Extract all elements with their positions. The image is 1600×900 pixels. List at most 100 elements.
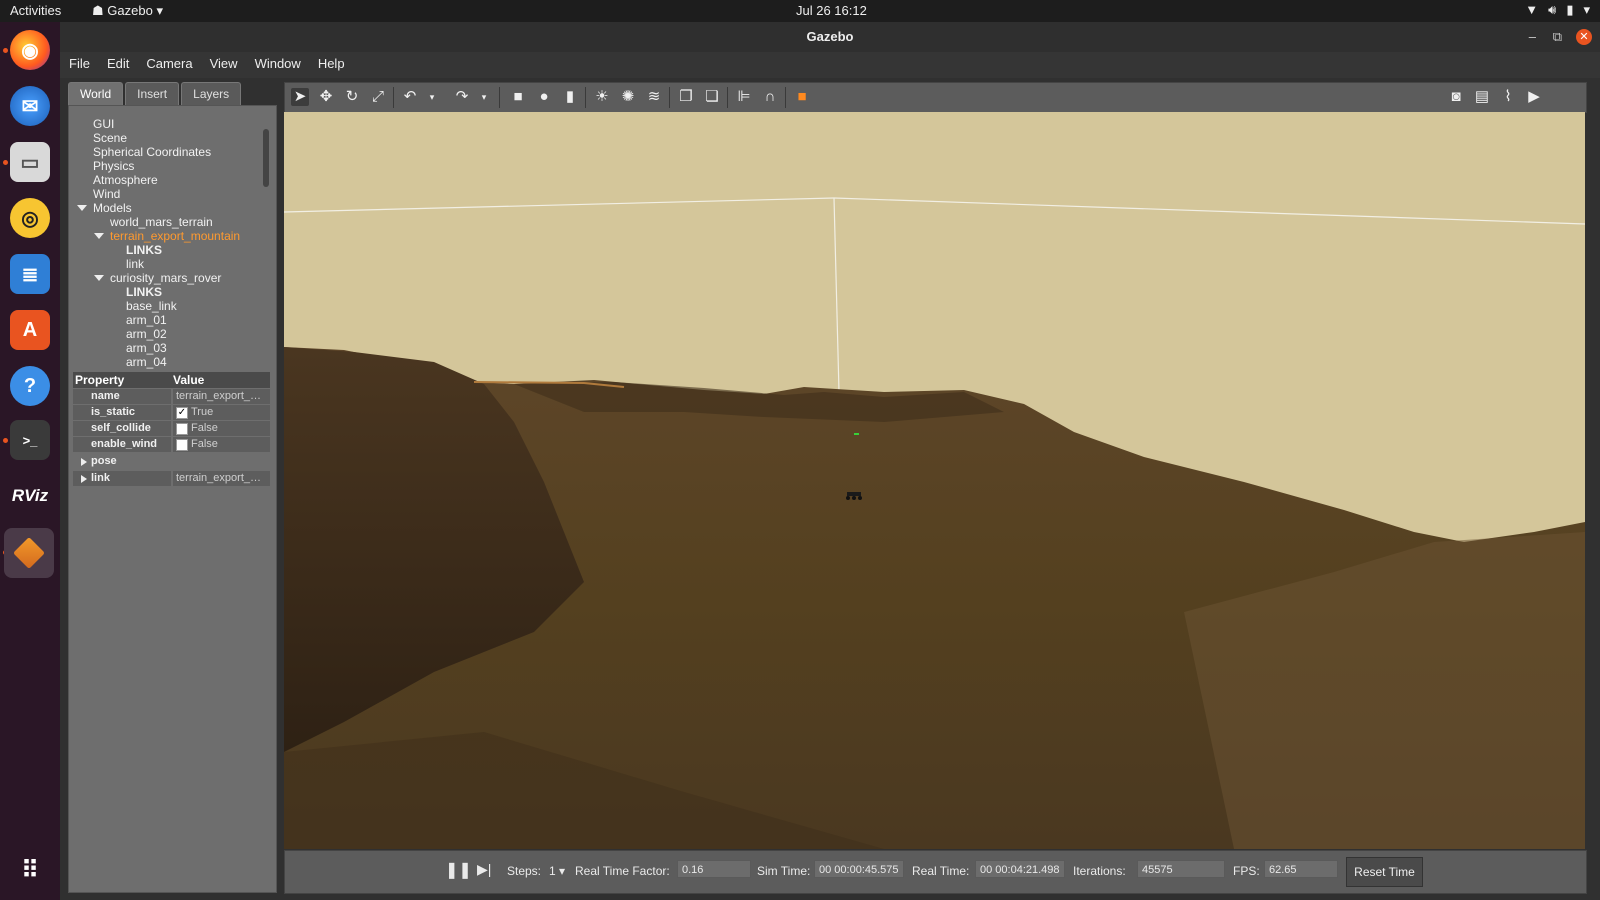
property-row-enable-wind[interactable]: enable_wind False (73, 437, 270, 452)
tree-item-terrain-export-mountain[interactable]: terrain_export_mountain (110, 229, 240, 243)
plot-icon[interactable]: ⌇ (1499, 88, 1517, 106)
system-tray[interactable]: ▼ 🔊︎ ▮ ▾ (1525, 2, 1590, 18)
rviz-icon[interactable]: RViz (10, 476, 50, 516)
step-icon[interactable]: ▶| (477, 861, 491, 878)
log-icon[interactable]: ▤ (1473, 88, 1491, 106)
app-center-icon[interactable]: A (10, 310, 50, 350)
gazebo-icon[interactable] (4, 528, 54, 578)
menu-camera[interactable]: Camera (137, 52, 200, 71)
property-row-name[interactable]: name terrain_export_mountain (73, 389, 270, 404)
menu-file[interactable]: File (60, 52, 98, 71)
undo-icon[interactable]: ↶ (401, 88, 419, 106)
menu-edit[interactable]: Edit (98, 52, 137, 71)
expand-arrow-icon[interactable] (94, 275, 104, 281)
expand-arrow-icon[interactable] (81, 475, 87, 483)
box-shape-icon[interactable]: ■ (509, 88, 527, 106)
checkbox-unchecked[interactable] (176, 423, 188, 435)
property-value[interactable]: terrain_export_mountain (173, 389, 270, 404)
property-value[interactable]: False (173, 421, 270, 436)
tree-scrollbar[interactable] (263, 129, 269, 187)
expand-arrow-icon[interactable] (77, 205, 87, 211)
translate-mode-icon[interactable]: ✥ (317, 88, 335, 106)
menu-view[interactable]: View (201, 52, 246, 71)
firefox-icon[interactable]: ◉ (10, 30, 50, 70)
gazebo-app-icon: ☗ (92, 3, 104, 18)
chevron-down-icon[interactable]: ▾ (423, 88, 441, 106)
tree-item-arm-02[interactable]: arm_02 (126, 327, 167, 341)
paste-icon[interactable]: ❏ (703, 88, 721, 106)
tree-item-physics[interactable]: Physics (93, 159, 134, 173)
dock: ◉ ✉ ▭ ◎ ≣ A ? >_ RViz ⠿ (0, 22, 61, 900)
3d-viewport[interactable] (284, 112, 1585, 849)
tree-item-spherical-coordinates[interactable]: Spherical Coordinates (93, 145, 211, 159)
tree-item-arm-04[interactable]: arm_04 (126, 355, 167, 369)
tree-item-scene[interactable]: Scene (93, 131, 127, 145)
directional-light-icon[interactable]: ≋ (645, 88, 663, 106)
tree-item-links[interactable]: LINKS (126, 243, 162, 257)
show-apps-icon[interactable]: ⠿ (10, 850, 50, 890)
steps-spinbox[interactable]: 1 ▾ (549, 864, 565, 878)
tree-item-models[interactable]: Models (93, 201, 132, 215)
thunderbird-icon[interactable]: ✉ (10, 86, 50, 126)
property-row-link[interactable]: link terrain_export_mountain (73, 471, 270, 486)
checkbox-unchecked[interactable] (176, 439, 188, 451)
tree-item-arm-01[interactable]: arm_01 (126, 313, 167, 327)
redo-icon[interactable]: ↷ (453, 88, 471, 106)
property-value[interactable]: False (173, 437, 270, 452)
terminal-icon[interactable]: >_ (10, 420, 50, 460)
point-light-icon[interactable]: ☀ (593, 88, 611, 106)
copy-icon[interactable]: ❐ (677, 88, 695, 106)
window-title-bar[interactable]: Gazebo – ⧉ ✕ (60, 22, 1600, 52)
expand-arrow-icon[interactable] (81, 458, 87, 466)
snap-icon[interactable]: ∩ (761, 88, 779, 106)
maximize-button[interactable]: ⧉ (1553, 22, 1562, 52)
tree-item-wind[interactable]: Wind (93, 187, 120, 201)
tree-item-link[interactable]: link (126, 257, 144, 271)
app-menu[interactable]: ☗ Gazebo ▾ (92, 3, 163, 19)
tree-item-atmosphere[interactable]: Atmosphere (93, 173, 158, 187)
property-row-self-collide[interactable]: self_collide False (73, 421, 270, 436)
close-button[interactable]: ✕ (1576, 29, 1592, 45)
property-row-is-static[interactable]: is_static ✓ True (73, 405, 270, 420)
property-value[interactable]: ✓ True (173, 405, 270, 420)
minimize-button[interactable]: – (1529, 22, 1536, 52)
steps-label: Steps: (507, 864, 542, 878)
tab-insert[interactable]: Insert (125, 82, 180, 105)
tab-world[interactable]: World (68, 82, 124, 105)
scale-mode-icon[interactable]: ⤢ (369, 88, 387, 106)
checkbox-checked[interactable]: ✓ (176, 407, 188, 419)
reset-time-button[interactable]: Reset Time (1346, 857, 1423, 887)
property-value[interactable]: terrain_export_mountain (173, 471, 270, 486)
menu-help[interactable]: Help (309, 52, 353, 71)
tree-item-base-link[interactable]: base_link (126, 299, 177, 313)
clock[interactable]: Jul 26 16:12 (796, 3, 867, 18)
tree-item-gui[interactable]: GUI (93, 117, 114, 131)
spot-light-icon[interactable]: ✺ (619, 88, 637, 106)
screenshot-icon[interactable]: ◙ (1447, 88, 1465, 106)
writer-icon[interactable]: ≣ (10, 254, 50, 294)
checkbox-label: False (191, 422, 218, 434)
curiosity-rover-model[interactable] (846, 492, 862, 500)
tree-item-world-mars-terrain[interactable]: world_mars_terrain (110, 215, 213, 229)
pause-icon[interactable]: ❚❚ (445, 860, 472, 880)
cylinder-shape-icon[interactable]: ▮ (561, 88, 579, 106)
record-video-icon[interactable]: ▶ (1525, 88, 1543, 106)
help-icon[interactable]: ? (10, 366, 50, 406)
terrain-scene[interactable] (284, 112, 1585, 849)
select-mode-icon[interactable]: ➤ (291, 88, 309, 106)
sphere-shape-icon[interactable]: ● (535, 88, 553, 106)
rotate-mode-icon[interactable]: ↻ (343, 88, 361, 106)
chevron-down-icon[interactable]: ▾ (475, 88, 493, 106)
tree-item-arm-03[interactable]: arm_03 (126, 341, 167, 355)
tree-item-curiosity-mars-rover[interactable]: curiosity_mars_rover (110, 271, 221, 285)
tree-item-links[interactable]: LINKS (126, 285, 162, 299)
view-angle-icon[interactable]: ■ (793, 88, 811, 106)
align-icon[interactable]: ⊫ (735, 88, 753, 106)
property-row-pose[interactable]: pose (73, 454, 270, 469)
rhythmbox-icon[interactable]: ◎ (10, 198, 50, 238)
menu-window[interactable]: Window (246, 52, 309, 71)
expand-arrow-icon[interactable] (94, 233, 104, 239)
files-icon[interactable]: ▭ (10, 142, 50, 182)
activities-button[interactable]: Activities (10, 3, 61, 18)
tab-layers[interactable]: Layers (181, 82, 242, 105)
